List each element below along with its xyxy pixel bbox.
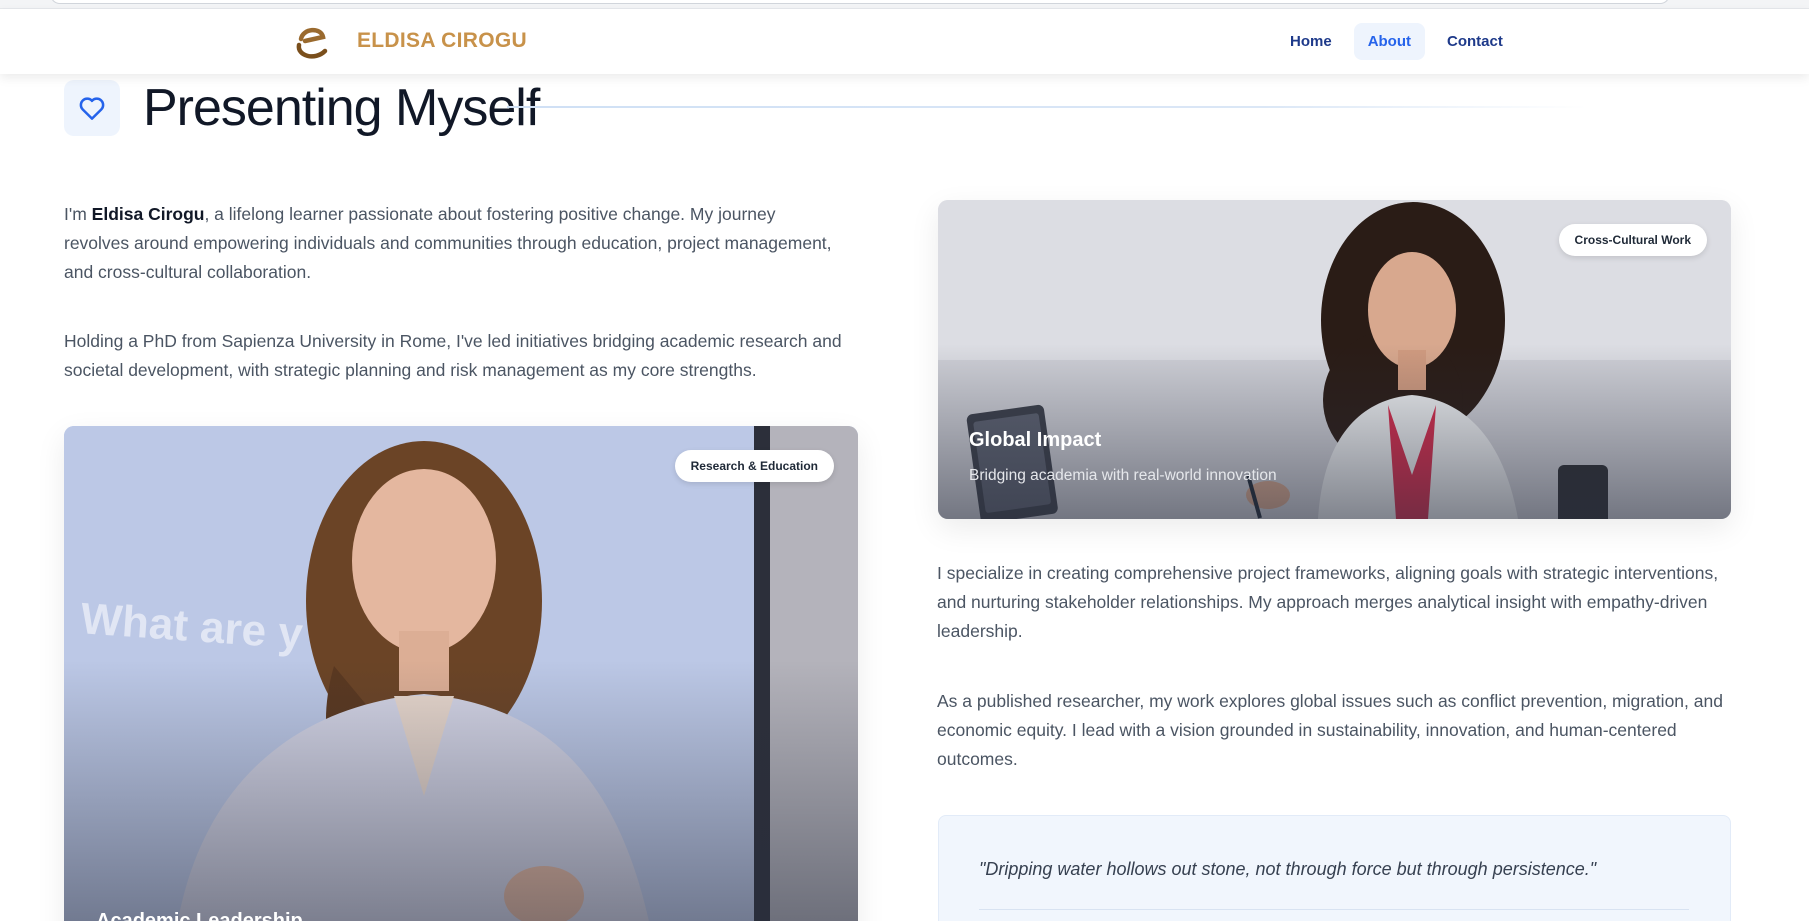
section-title: Presenting Myself: [143, 79, 540, 137]
site-header: ELDISA CIROGU Home About Contact: [0, 9, 1809, 74]
research-education-badge: Research & Education: [674, 450, 834, 482]
brand-name[interactable]: ELDISA CIROGU: [357, 29, 527, 53]
specialization-paragraph: I specialize in creating comprehensive p…: [937, 563, 1719, 641]
intro-paragraph: I'm Eldisa Cirogu, a lifelong learner pa…: [64, 200, 844, 287]
address-bar-edge: [50, 0, 1670, 4]
nav-home[interactable]: Home: [1276, 23, 1346, 60]
quote-text: "Dripping water hollows out stone, not t…: [979, 859, 1597, 879]
research-paragraph: As a published researcher, my work explo…: [937, 691, 1723, 769]
main-nav: Home About Contact: [1276, 23, 1517, 60]
nav-about[interactable]: About: [1353, 23, 1426, 60]
nav-contact[interactable]: Contact: [1433, 23, 1517, 60]
card-title: Academic Leadership: [96, 910, 303, 921]
card-shade: [64, 660, 858, 921]
card-subtitle: Bridging academia with real-world innova…: [969, 467, 1277, 484]
quote-box: "Dripping water hollows out stone, not t…: [938, 815, 1731, 921]
quote-divider: [979, 909, 1689, 910]
intro-prefix: I'm: [64, 204, 92, 224]
title-divider: [507, 106, 1587, 108]
academic-leadership-card: What are y ? Research & Education Academ…: [64, 426, 858, 921]
global-impact-card: Cross-Cultural Work Global Impact Bridgi…: [938, 200, 1731, 519]
card-title: Global Impact: [969, 429, 1102, 451]
intro-name: Eldisa Cirogu: [91, 204, 205, 224]
cross-cultural-badge: Cross-Cultural Work: [1558, 224, 1707, 256]
logo-icon[interactable]: [293, 23, 331, 61]
education-paragraph: Holding a PhD from Sapienza University i…: [64, 331, 842, 380]
browser-top-strip: [0, 0, 1809, 9]
heart-icon: [64, 80, 120, 136]
